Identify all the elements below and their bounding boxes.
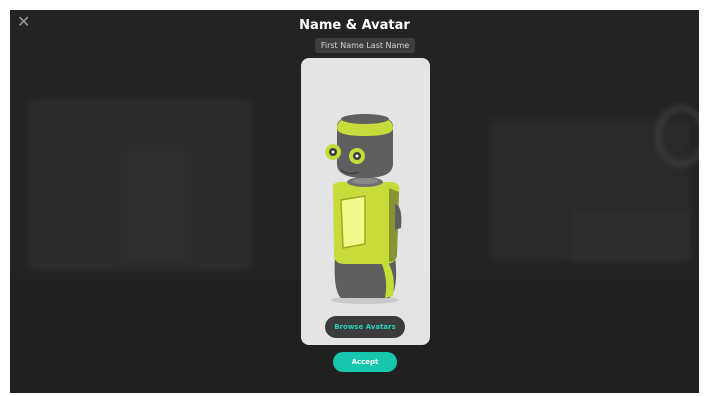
accept-button[interactable]: Accept — [333, 352, 397, 372]
background-door — [120, 150, 190, 260]
background-desk — [570, 210, 690, 260]
browse-avatars-button[interactable]: Browse Avatars — [325, 316, 405, 338]
avatar-card: Browse Avatars — [301, 58, 430, 345]
dialog-title: Name & Avatar — [299, 18, 410, 33]
robot-avatar — [325, 114, 402, 304]
name-input[interactable] — [315, 38, 415, 53]
background-logo — [655, 105, 699, 167]
